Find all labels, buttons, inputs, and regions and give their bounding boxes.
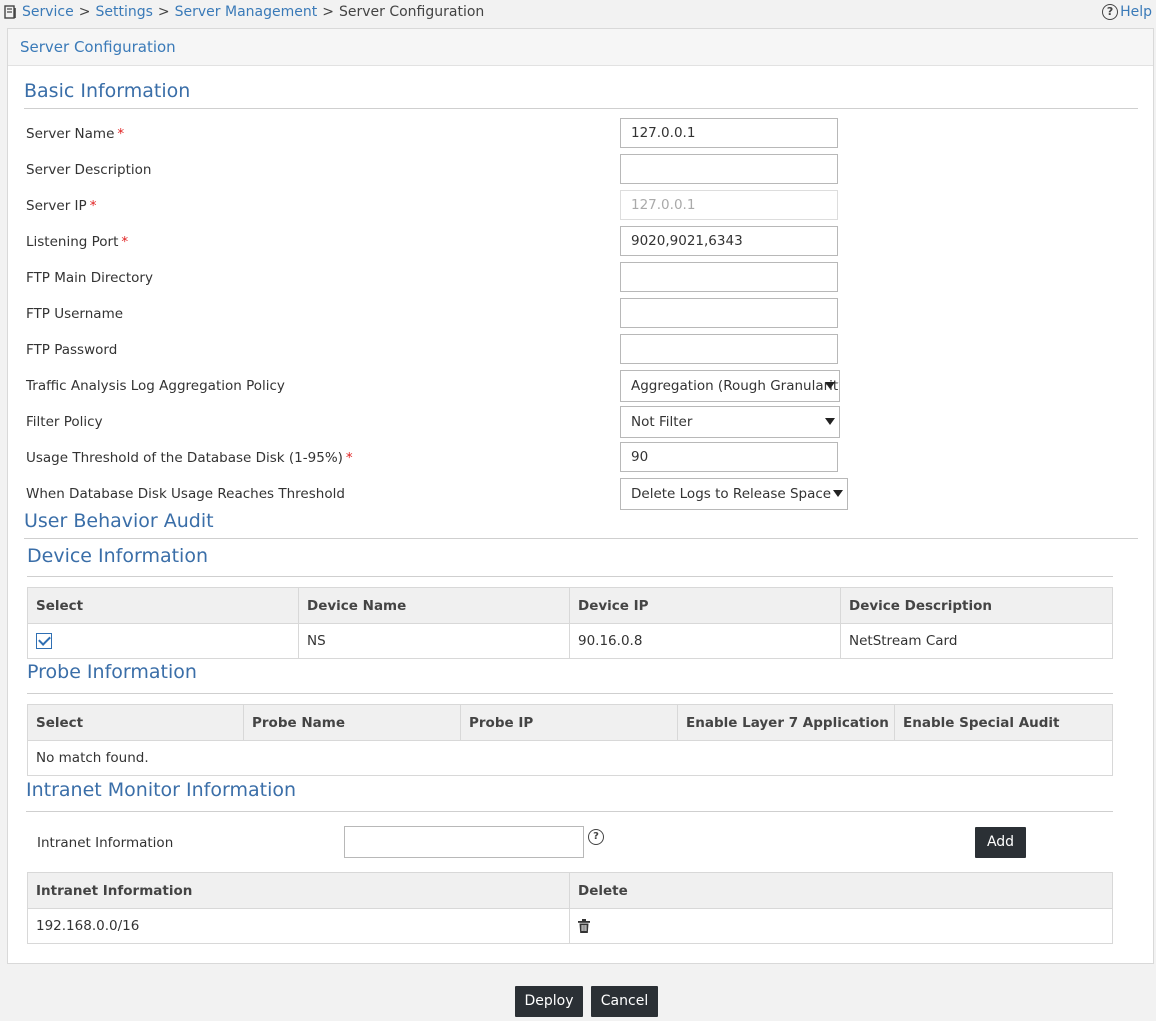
column-header[interactable]: Device Name: [298, 587, 570, 624]
ftp-main-directory-input[interactable]: [620, 262, 838, 292]
probe-information-title: Probe Information: [27, 661, 197, 683]
device-description-cell: NetStream Card: [840, 623, 1113, 659]
chevron-down-icon: [825, 418, 835, 425]
basic-information-title: Basic Information: [24, 80, 191, 102]
column-header[interactable]: Probe Name: [243, 704, 461, 741]
divider: [27, 576, 1113, 577]
intranet-monitor-title: Intranet Monitor Information: [26, 779, 297, 801]
ftp-main-directory-label: FTP Main Directory: [26, 270, 153, 286]
user-behavior-audit-title: User Behavior Audit: [24, 510, 214, 532]
divider: [27, 693, 1113, 694]
column-header[interactable]: Device IP: [569, 587, 841, 624]
threshold-action-select[interactable]: Delete Logs to Release Space: [620, 478, 848, 510]
chevron-down-icon: [825, 382, 835, 389]
table-header: Intranet Information Delete: [27, 872, 1113, 909]
intranet-table: Intranet Information Delete 192.168.0.0/…: [27, 872, 1113, 944]
device-ip-cell: 90.16.0.8: [569, 623, 841, 659]
column-header[interactable]: Intranet Information: [27, 872, 570, 909]
breadcrumb: Service > Settings > Server Management >…: [4, 4, 484, 20]
help-link[interactable]: ? Help: [1102, 4, 1152, 20]
breadcrumb-settings[interactable]: Settings: [95, 4, 152, 20]
column-header[interactable]: Device Description: [840, 587, 1113, 624]
server-description-input[interactable]: [620, 154, 838, 184]
divider: [24, 108, 1138, 109]
column-header[interactable]: Select: [27, 587, 299, 624]
aggregation-policy-label: Traffic Analysis Log Aggregation Policy: [26, 378, 285, 394]
column-header[interactable]: Enable Special Audit: [894, 704, 1113, 741]
server-name-input[interactable]: 127.0.0.1: [620, 118, 838, 148]
top-bar: Service > Settings > Server Management >…: [0, 0, 1156, 26]
menu-book-icon: [4, 5, 18, 19]
device-select-checkbox[interactable]: [36, 633, 52, 649]
intranet-cell: 192.168.0.0/16: [27, 908, 570, 944]
server-ip-label: Server IP *: [26, 198, 97, 214]
column-header[interactable]: Enable Layer 7 Application Identificatio…: [677, 704, 895, 741]
column-header[interactable]: Select: [27, 704, 244, 741]
ftp-password-input[interactable]: [620, 334, 838, 364]
breadcrumb-server-management[interactable]: Server Management: [175, 4, 318, 20]
panel-title: Server Configuration: [8, 29, 1153, 66]
listening-port-input[interactable]: 9020,9021,6343: [620, 226, 838, 256]
trash-icon[interactable]: [578, 919, 590, 933]
filter-policy-label: Filter Policy: [26, 414, 103, 430]
usage-threshold-label: Usage Threshold of the Database Disk (1-…: [26, 450, 353, 466]
ftp-username-input[interactable]: [620, 298, 838, 328]
divider: [24, 538, 1138, 539]
empty-message: No match found.: [27, 740, 1113, 776]
intranet-information-input[interactable]: [344, 826, 584, 858]
deploy-button[interactable]: Deploy: [515, 986, 583, 1017]
divider: [26, 811, 1113, 812]
table-row: No match found.: [27, 740, 1113, 776]
breadcrumb-service[interactable]: Service: [22, 4, 74, 20]
question-help-icon[interactable]: ?: [588, 829, 604, 845]
listening-port-label: Listening Port *: [26, 234, 129, 250]
ftp-password-label: FTP Password: [26, 342, 118, 358]
threshold-action-label: When Database Disk Usage Reaches Thresho…: [26, 486, 345, 502]
table-header: Select Probe Name Probe IP Enable Layer …: [27, 704, 1113, 741]
aggregation-policy-select[interactable]: Aggregation (Rough Granularity): [620, 370, 840, 402]
table-header: Select Device Name Device IP Device Desc…: [27, 587, 1113, 624]
add-button[interactable]: Add: [975, 827, 1026, 858]
usage-threshold-input[interactable]: 90: [620, 442, 838, 472]
table-row: 192.168.0.0/16: [27, 908, 1113, 944]
server-configuration-panel: Server Configuration Basic Information S…: [7, 28, 1154, 964]
ftp-username-label: FTP Username: [26, 306, 124, 322]
server-description-label: Server Description: [26, 162, 152, 178]
server-name-label: Server Name *: [26, 126, 125, 142]
probe-table: Select Probe Name Probe IP Enable Layer …: [27, 704, 1113, 776]
table-row: NS 90.16.0.8 NetStream Card: [27, 623, 1113, 659]
column-header[interactable]: Probe IP: [460, 704, 678, 741]
help-icon: ?: [1102, 4, 1119, 20]
cancel-button[interactable]: Cancel: [591, 986, 658, 1017]
column-header[interactable]: Delete: [569, 872, 1113, 909]
device-table: Select Device Name Device IP Device Desc…: [27, 587, 1113, 659]
filter-policy-select[interactable]: Not Filter: [620, 406, 840, 438]
server-ip-input: 127.0.0.1: [620, 190, 838, 220]
help-label: Help: [1120, 4, 1152, 20]
chevron-down-icon: [833, 490, 843, 497]
breadcrumb-current: Server Configuration: [338, 4, 485, 20]
device-information-title: Device Information: [27, 545, 209, 567]
intranet-information-label: Intranet Information: [37, 835, 174, 851]
device-name-cell: NS: [298, 623, 570, 659]
